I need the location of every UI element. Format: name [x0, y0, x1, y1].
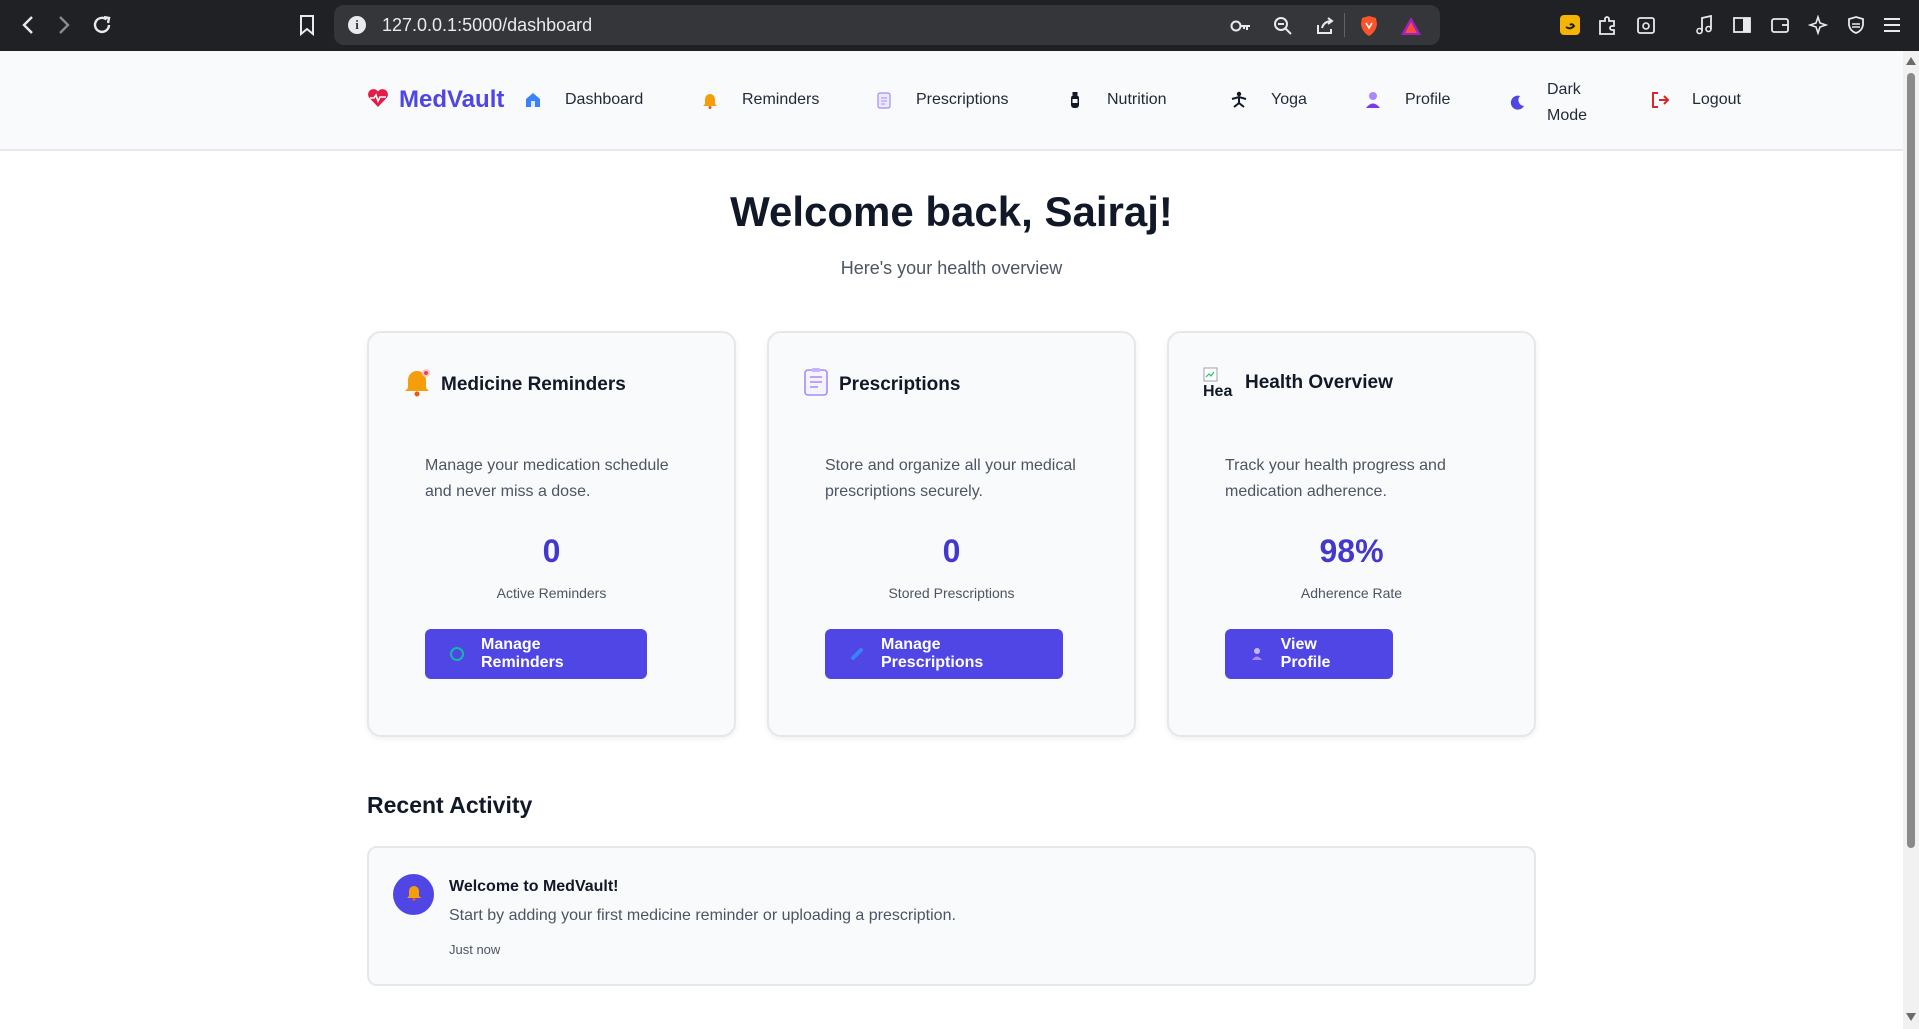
page-title: Welcome back, Sairaj! [730, 188, 1173, 235]
stat-label: Active Reminders [496, 585, 607, 601]
bell-icon [405, 883, 423, 906]
wallet-icon[interactable] [1768, 13, 1792, 37]
stat-label: Adherence Rate [1300, 585, 1403, 601]
button-label: View Profile [1280, 636, 1331, 671]
activity-text: Start by adding your first medicine remi… [449, 907, 956, 924]
clipboard-icon [874, 90, 894, 110]
extension-yellow-icon[interactable] [1558, 13, 1582, 37]
card-header: Prescriptions [803, 367, 960, 402]
nav-label: Dark Mode [1547, 81, 1588, 124]
card-title: Health Overview [1245, 372, 1393, 393]
address-divider [1344, 13, 1345, 37]
activity-avatar [393, 874, 434, 915]
menu-icon[interactable] [1880, 13, 1904, 37]
nav-label: Prescriptions [916, 91, 1009, 108]
bottle-icon [1065, 90, 1085, 110]
scroll-down-arrow[interactable] [1906, 1013, 1916, 1021]
nav-item-yoga[interactable]: Yoga [1229, 90, 1307, 110]
bookmark-icon[interactable] [294, 12, 320, 38]
reload-button[interactable] [89, 12, 115, 38]
brave-shields-icon[interactable] [1358, 15, 1380, 37]
nav-label: Yoga [1271, 91, 1307, 108]
button-label: Manage Prescriptions [881, 636, 984, 671]
stored-prescriptions-count: 0 [942, 533, 961, 569]
url-text[interactable]: 127.0.0.1:5000/dashboard [382, 15, 592, 36]
zoom-icon[interactable] [1272, 15, 1294, 37]
bell-icon [403, 367, 431, 402]
recent-activity-heading: Recent Activity [367, 792, 533, 818]
bell-icon [700, 90, 720, 110]
page-subtitle: Here's your health overview [840, 258, 1063, 278]
nav-label: Logout [1692, 91, 1741, 108]
moon-icon [1507, 93, 1527, 113]
nav-item-profile[interactable]: Profile [1363, 90, 1450, 110]
site-info-icon[interactable]: i [348, 16, 366, 34]
address-bar[interactable]: i 127.0.0.1:5000/dashboard [334, 5, 1440, 45]
nav-item-prescriptions[interactable]: Prescriptions [874, 90, 1008, 110]
activity-time: Just now [449, 942, 501, 957]
forward-button[interactable] [51, 12, 77, 38]
browser-toolbar: i 127.0.0.1:5000/dashboard [0, 0, 1919, 51]
scroll-thumb[interactable] [1907, 73, 1915, 848]
brand-name: MedVault [399, 86, 505, 113]
nav-item-logout[interactable]: Logout [1650, 90, 1741, 110]
back-button[interactable] [15, 12, 41, 38]
card-header: Hea Health Overview [1203, 367, 1393, 399]
brand-logo[interactable]: MedVault [367, 86, 504, 114]
button-label: Manage Reminders [481, 636, 564, 671]
pill-icon [849, 646, 865, 662]
key-icon[interactable] [1230, 15, 1252, 37]
broken-image-icon: Hea [1203, 367, 1235, 399]
manage-reminders-button[interactable]: Manage Reminders [425, 629, 647, 679]
heart-pulse-icon [367, 88, 389, 113]
user-icon [1249, 646, 1265, 662]
music-note-icon[interactable] [1692, 13, 1716, 37]
extensions-puzzle-icon[interactable] [1596, 13, 1620, 37]
user-icon [1363, 90, 1383, 110]
stat-label: Stored Prescriptions [888, 585, 1015, 601]
leo-ai-icon[interactable] [1806, 13, 1830, 37]
loading-circle-icon [449, 646, 465, 662]
vpn-shield-icon[interactable] [1844, 13, 1868, 37]
card-description: Manage your medication schedule and neve… [425, 457, 669, 500]
nav-item-dashboard[interactable]: Dashboard [523, 90, 643, 110]
nav-label: Profile [1405, 91, 1451, 108]
nav-label: Dashboard [565, 91, 644, 108]
prescriptions-card: Prescriptions Store and organize all you… [767, 331, 1136, 737]
broken-image-alt: Hea [1203, 383, 1233, 399]
nav-item-reminders[interactable]: Reminders [700, 90, 819, 110]
card-title: Prescriptions [839, 373, 961, 395]
brave-rewards-icon[interactable] [1400, 15, 1422, 37]
home-icon [523, 90, 543, 110]
yoga-icon [1229, 90, 1249, 110]
scroll-up-arrow[interactable] [1906, 57, 1916, 65]
logout-icon [1650, 90, 1670, 110]
view-profile-button[interactable]: View Profile [1225, 629, 1393, 679]
activity-item: Welcome to MedVault! Start by adding you… [367, 846, 1536, 986]
app-navbar: MedVault Dashboard Reminders Prescriptio… [0, 51, 1903, 151]
activity-title: Welcome to MedVault! [449, 878, 619, 895]
adherence-rate-value: 98% [1319, 533, 1384, 569]
nav-label: Reminders [742, 91, 820, 108]
clipboard-icon [803, 367, 829, 402]
nav-item-dark-mode[interactable]: Dark Mode [1507, 77, 1587, 129]
nav-label: Nutrition [1107, 91, 1167, 108]
card-header: Medicine Reminders [403, 367, 626, 402]
health-overview-card: Hea Health Overview Track your health pr… [1167, 331, 1536, 737]
reader-mode-icon[interactable] [1634, 13, 1658, 37]
nav-item-nutrition[interactable]: Nutrition [1065, 90, 1167, 110]
card-title: Medicine Reminders [441, 373, 626, 395]
page-scrollbar[interactable] [1903, 51, 1919, 1029]
manage-prescriptions-button[interactable]: Manage Prescriptions [825, 629, 1063, 679]
card-description: Store and organize all your medical pres… [825, 457, 1076, 500]
sidebar-icon[interactable] [1730, 13, 1754, 37]
card-description: Track your health progress and medicatio… [1225, 457, 1446, 500]
active-reminders-count: 0 [542, 533, 561, 569]
reminders-card: Medicine Reminders Manage your medicatio… [367, 331, 736, 737]
share-icon[interactable] [1314, 15, 1336, 37]
